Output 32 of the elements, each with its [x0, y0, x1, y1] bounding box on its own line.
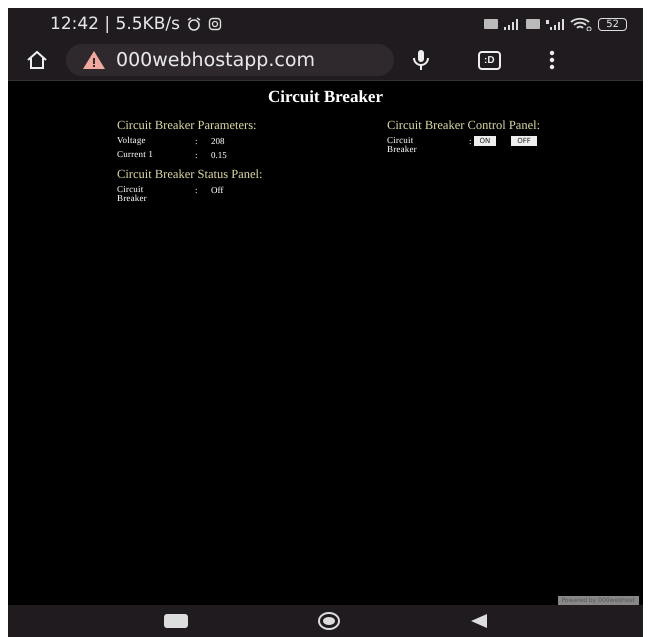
separator-text: :: [195, 185, 199, 195]
signal-icon: [546, 18, 564, 30]
warning-icon: [82, 50, 106, 70]
signal-icon: [504, 18, 520, 30]
section-heading: Circuit Breaker Control Panel:: [387, 118, 542, 133]
microphone-button[interactable]: [412, 49, 430, 71]
field-value: Off: [211, 185, 224, 195]
page-title: Circuit Breaker: [266, 87, 384, 107]
field-label: Circuit Breaker: [387, 136, 418, 154]
battery-indicator: 52: [598, 18, 627, 30]
field-label: Voltage: [117, 136, 147, 145]
separator-text: :: [195, 150, 199, 160]
alarm-icon: [186, 17, 202, 31]
menu-button[interactable]: [548, 50, 555, 70]
home-button[interactable]: [26, 50, 48, 70]
section-heading: Circuit Breaker Parameters:: [117, 118, 258, 133]
field-value: 208: [211, 136, 224, 146]
field-label: Current 1: [117, 150, 154, 159]
separator-text: :: [195, 136, 199, 146]
home-nav-button[interactable]: [320, 614, 338, 628]
section-heading: Circuit Breaker Status Panel:: [117, 167, 264, 182]
url-field[interactable]: 000webhostapp.com: [66, 44, 394, 76]
wifi-icon: [570, 17, 592, 31]
back-button[interactable]: [470, 614, 487, 628]
recents-button[interactable]: [164, 614, 188, 628]
separator-text: :: [469, 136, 472, 146]
instagram-icon: [208, 17, 222, 31]
status-time: 12:42 | 5.5KB/s: [50, 14, 180, 34]
field-label: Circuit Breaker: [117, 185, 148, 203]
field-value: 0.15: [211, 150, 227, 160]
url-text: 000webhostapp.com: [116, 49, 315, 71]
tabs-button[interactable]: :D: [478, 50, 501, 70]
